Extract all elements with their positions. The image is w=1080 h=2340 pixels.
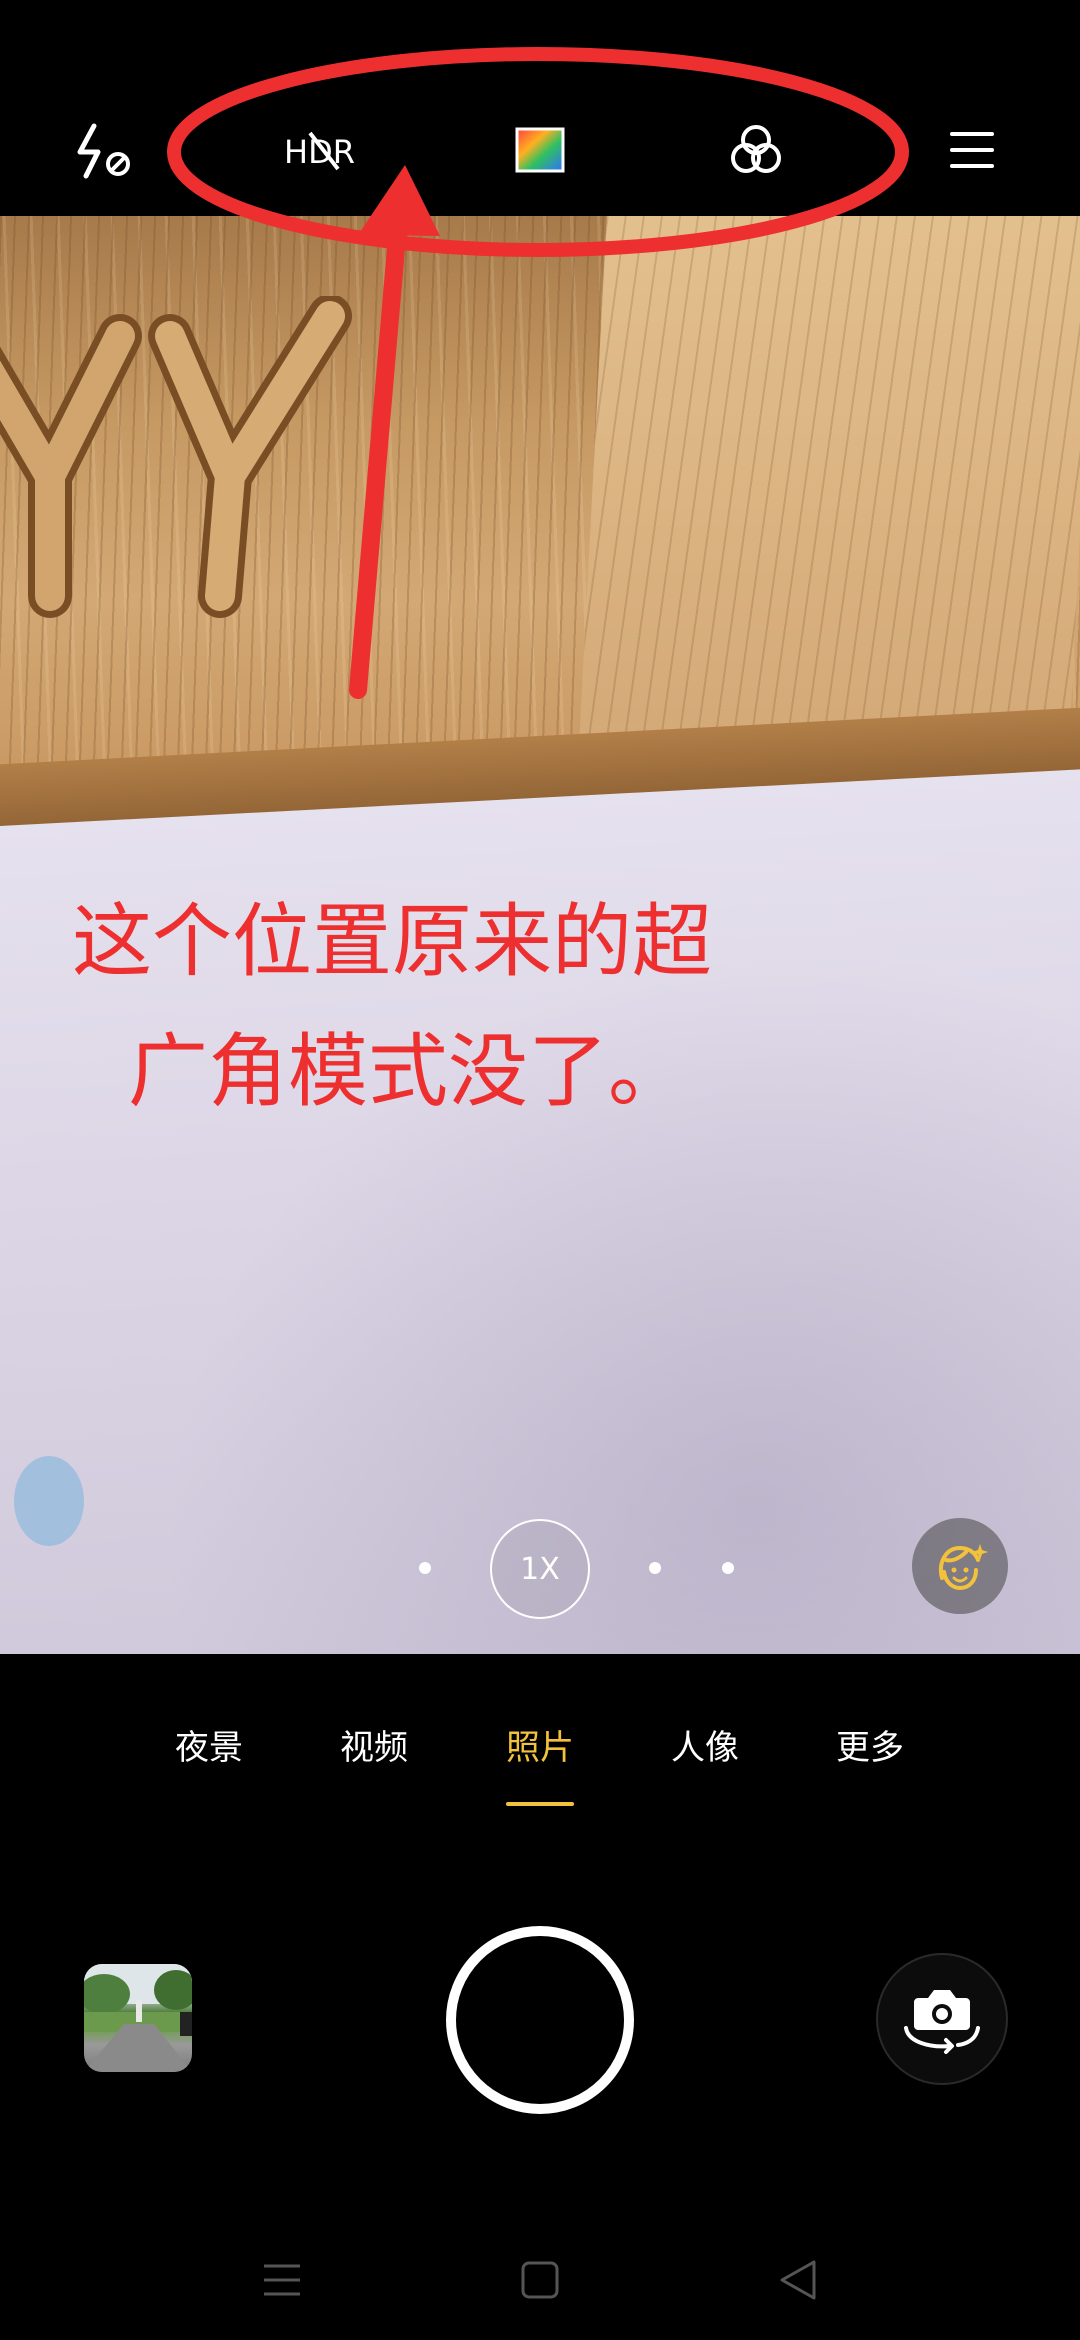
mode-video[interactable]: 视频: [340, 1720, 408, 1769]
viewfinder-light-spot: [14, 1456, 84, 1546]
switch-camera-icon: [904, 1990, 980, 2054]
annotation-text-line-1: 这个位置原来的超: [72, 895, 712, 988]
filters-icon[interactable]: [716, 110, 796, 190]
flash-auto-icon[interactable]: [64, 110, 144, 190]
mode-selector: 夜景 视频 照片 人像 更多: [0, 1720, 1080, 1810]
switch-camera-button[interactable]: [876, 1953, 1008, 2085]
recent-apps-icon[interactable]: [252, 2250, 312, 2310]
viewfinder-carved-letters: [0, 296, 352, 618]
home-icon[interactable]: [510, 2250, 570, 2310]
zoom-button[interactable]: 1X: [490, 1519, 590, 1619]
color-filter-icon[interactable]: [500, 110, 580, 190]
zoom-label: 1X: [520, 1551, 560, 1587]
svg-text:HDR: HDR: [284, 133, 355, 171]
gallery-thumbnail[interactable]: [84, 1964, 192, 2072]
camera-app-screen: HDR 1X 夜景 视频 照片 人像 更多 这个位置原来的超 广角模式没了。: [0, 0, 1080, 2340]
shutter-button[interactable]: [446, 1926, 634, 2114]
mode-night[interactable]: 夜景: [175, 1720, 243, 1769]
beauty-face-icon: [939, 1544, 988, 1591]
top-toolbar: HDR: [0, 0, 1080, 216]
active-mode-indicator: [506, 1802, 574, 1806]
mode-more[interactable]: 更多: [836, 1720, 904, 1769]
gallery-thumbnail-image: [84, 1964, 192, 2072]
mode-photo[interactable]: 照片: [506, 1720, 574, 1769]
system-navigation-bar: [0, 2220, 1080, 2340]
zoom-dot-0.6x[interactable]: [419, 1562, 431, 1574]
beauty-mode-button[interactable]: [912, 1518, 1008, 1614]
annotation-text-line-2: 广角模式没了。: [128, 1025, 688, 1118]
back-icon[interactable]: [768, 2250, 828, 2310]
hdr-icon[interactable]: HDR: [282, 110, 362, 190]
hdr-off-icon: HDR: [284, 131, 355, 171]
zoom-dot-2x[interactable]: [649, 1562, 661, 1574]
mode-portrait[interactable]: 人像: [671, 1720, 739, 1769]
zoom-dot-5x[interactable]: [722, 1562, 734, 1574]
menu-icon[interactable]: [932, 110, 1012, 190]
